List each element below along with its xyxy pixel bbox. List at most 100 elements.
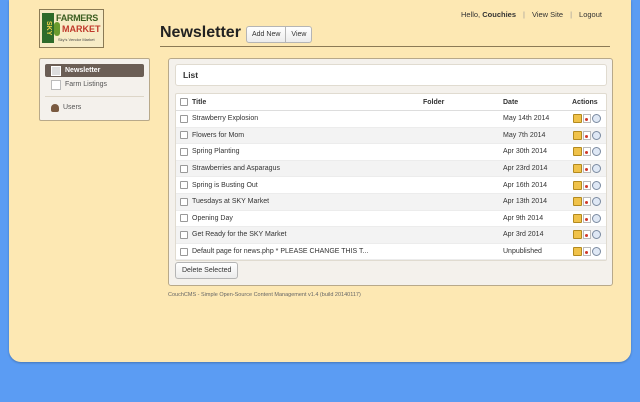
delete-icon[interactable] (583, 130, 591, 140)
row-actions (573, 147, 601, 157)
table-row: Default page for news.php * PLEASE CHANG… (176, 244, 606, 261)
logout-link[interactable]: Logout (579, 10, 602, 19)
table-header: Title Folder Date Actions (176, 94, 606, 111)
table-row: Tuesdays at SKY Market Apr 13th 2014 (176, 193, 606, 211)
page-container: SKY FARMERS MARKET Sky's Vendor Market H… (9, 0, 631, 362)
column-date[interactable]: Date (503, 99, 518, 106)
edit-icon[interactable] (573, 213, 582, 223)
table-row: Spring is Busting Out Apr 16th 2014 (176, 177, 606, 194)
row-actions (573, 247, 601, 257)
delete-icon[interactable] (583, 197, 591, 207)
row-actions (573, 164, 601, 174)
view-icon[interactable] (592, 197, 601, 207)
row-checkbox[interactable] (180, 114, 188, 123)
row-checkbox[interactable] (180, 181, 188, 190)
view-icon[interactable] (592, 247, 601, 257)
user-icon (51, 103, 59, 112)
list-header: List (175, 64, 607, 86)
pages-icon (51, 79, 61, 90)
row-title-link[interactable]: Strawberry Explosion (192, 115, 258, 122)
view-icon[interactable] (592, 147, 601, 157)
edit-icon[interactable] (573, 197, 582, 207)
row-actions (573, 230, 601, 240)
edit-icon[interactable] (573, 180, 582, 190)
logo-vegetable-icon (54, 22, 60, 36)
list-heading: List (183, 70, 199, 80)
edit-icon[interactable] (573, 247, 582, 257)
row-title-link[interactable]: Get Ready for the SKY Market (192, 231, 286, 238)
row-actions (573, 197, 601, 207)
delete-icon[interactable] (583, 164, 591, 174)
logo-tagline: Sky's Vendor Market (58, 37, 95, 42)
view-icon[interactable] (592, 164, 601, 174)
add-new-button[interactable]: Add New (246, 26, 287, 43)
delete-icon[interactable] (583, 213, 591, 223)
sidebar-divider (45, 96, 144, 97)
delete-selected-button[interactable]: Delete Selected (175, 262, 239, 279)
view-icon[interactable] (592, 230, 601, 240)
view-site-link[interactable]: View Site (532, 10, 563, 19)
pages-table: Title Folder Date Actions Strawberry Exp… (175, 93, 607, 262)
column-actions: Actions (572, 98, 598, 106)
row-actions (573, 114, 601, 124)
row-actions (573, 130, 601, 140)
column-title[interactable]: Title (192, 99, 206, 106)
view-icon[interactable] (592, 213, 601, 223)
row-title-link[interactable]: Default page for news.php * PLEASE CHANG… (192, 248, 368, 255)
row-date: Apr 13th 2014 (503, 198, 547, 206)
edit-icon[interactable] (573, 114, 582, 124)
delete-icon[interactable] (583, 180, 591, 190)
logo-line1: FARMERS (56, 13, 98, 23)
user-name: Couchies (482, 10, 516, 19)
row-checkbox[interactable] (180, 214, 188, 223)
table-row: Flowers for Mom May 7th 2014 (176, 127, 606, 145)
table-row: Strawberries and Asparagus Apr 23rd 2014 (176, 160, 606, 178)
view-icon[interactable] (592, 114, 601, 124)
list-panel: List Title Folder Date Actions Strawberr… (168, 58, 613, 286)
delete-icon[interactable] (583, 147, 591, 157)
edit-icon[interactable] (573, 164, 582, 174)
row-actions (573, 213, 601, 223)
row-checkbox[interactable] (180, 230, 188, 239)
sidebar-item-farm-listings[interactable]: Farm Listings (45, 78, 144, 91)
delete-icon[interactable] (583, 114, 591, 124)
delete-icon[interactable] (583, 230, 591, 240)
site-logo[interactable]: SKY FARMERS MARKET Sky's Vendor Market (39, 9, 104, 48)
hello-prefix: Hello, (460, 10, 481, 19)
row-title-link[interactable]: Flowers for Mom (192, 132, 244, 139)
row-title-link[interactable]: Opening Day (192, 215, 233, 222)
title-button-group: Add New View (246, 26, 313, 43)
table-row: Get Ready for the SKY Market Apr 3rd 201… (176, 227, 606, 244)
edit-icon[interactable] (573, 147, 582, 157)
row-title-link[interactable]: Spring Planting (192, 148, 239, 155)
row-checkbox[interactable] (180, 247, 188, 256)
table-row: Opening Day Apr 9th 2014 (176, 211, 606, 228)
logo-line2: MARKET (62, 24, 101, 34)
row-date: May 14th 2014 (503, 115, 550, 123)
separator: | (570, 10, 573, 19)
row-title-link[interactable]: Spring is Busting Out (192, 182, 258, 189)
select-all-checkbox[interactable] (180, 98, 188, 106)
delete-icon[interactable] (583, 247, 591, 257)
edit-icon[interactable] (573, 130, 582, 140)
row-date: Apr 3rd 2014 (503, 231, 544, 239)
row-date: Apr 9th 2014 (503, 214, 544, 222)
row-actions (573, 180, 601, 190)
row-checkbox[interactable] (180, 164, 188, 173)
row-date: May 7th 2014 (503, 131, 546, 139)
sidebar: Newsletter Farm Listings Users (39, 58, 150, 121)
separator: | (523, 10, 525, 19)
edit-icon[interactable] (573, 230, 582, 240)
pages-icon (51, 65, 61, 76)
view-button[interactable]: View (286, 26, 313, 43)
view-icon[interactable] (592, 180, 601, 190)
row-title-link[interactable]: Strawberries and Asparagus (192, 165, 280, 172)
row-checkbox[interactable] (180, 147, 188, 156)
row-date: Unpublished (503, 248, 542, 256)
view-icon[interactable] (592, 130, 601, 140)
sidebar-item-newsletter[interactable]: Newsletter (45, 64, 144, 77)
sidebar-item-users[interactable]: Users (45, 101, 144, 114)
row-checkbox[interactable] (180, 197, 188, 206)
row-checkbox[interactable] (180, 131, 188, 140)
row-title-link[interactable]: Tuesdays at SKY Market (192, 198, 269, 205)
